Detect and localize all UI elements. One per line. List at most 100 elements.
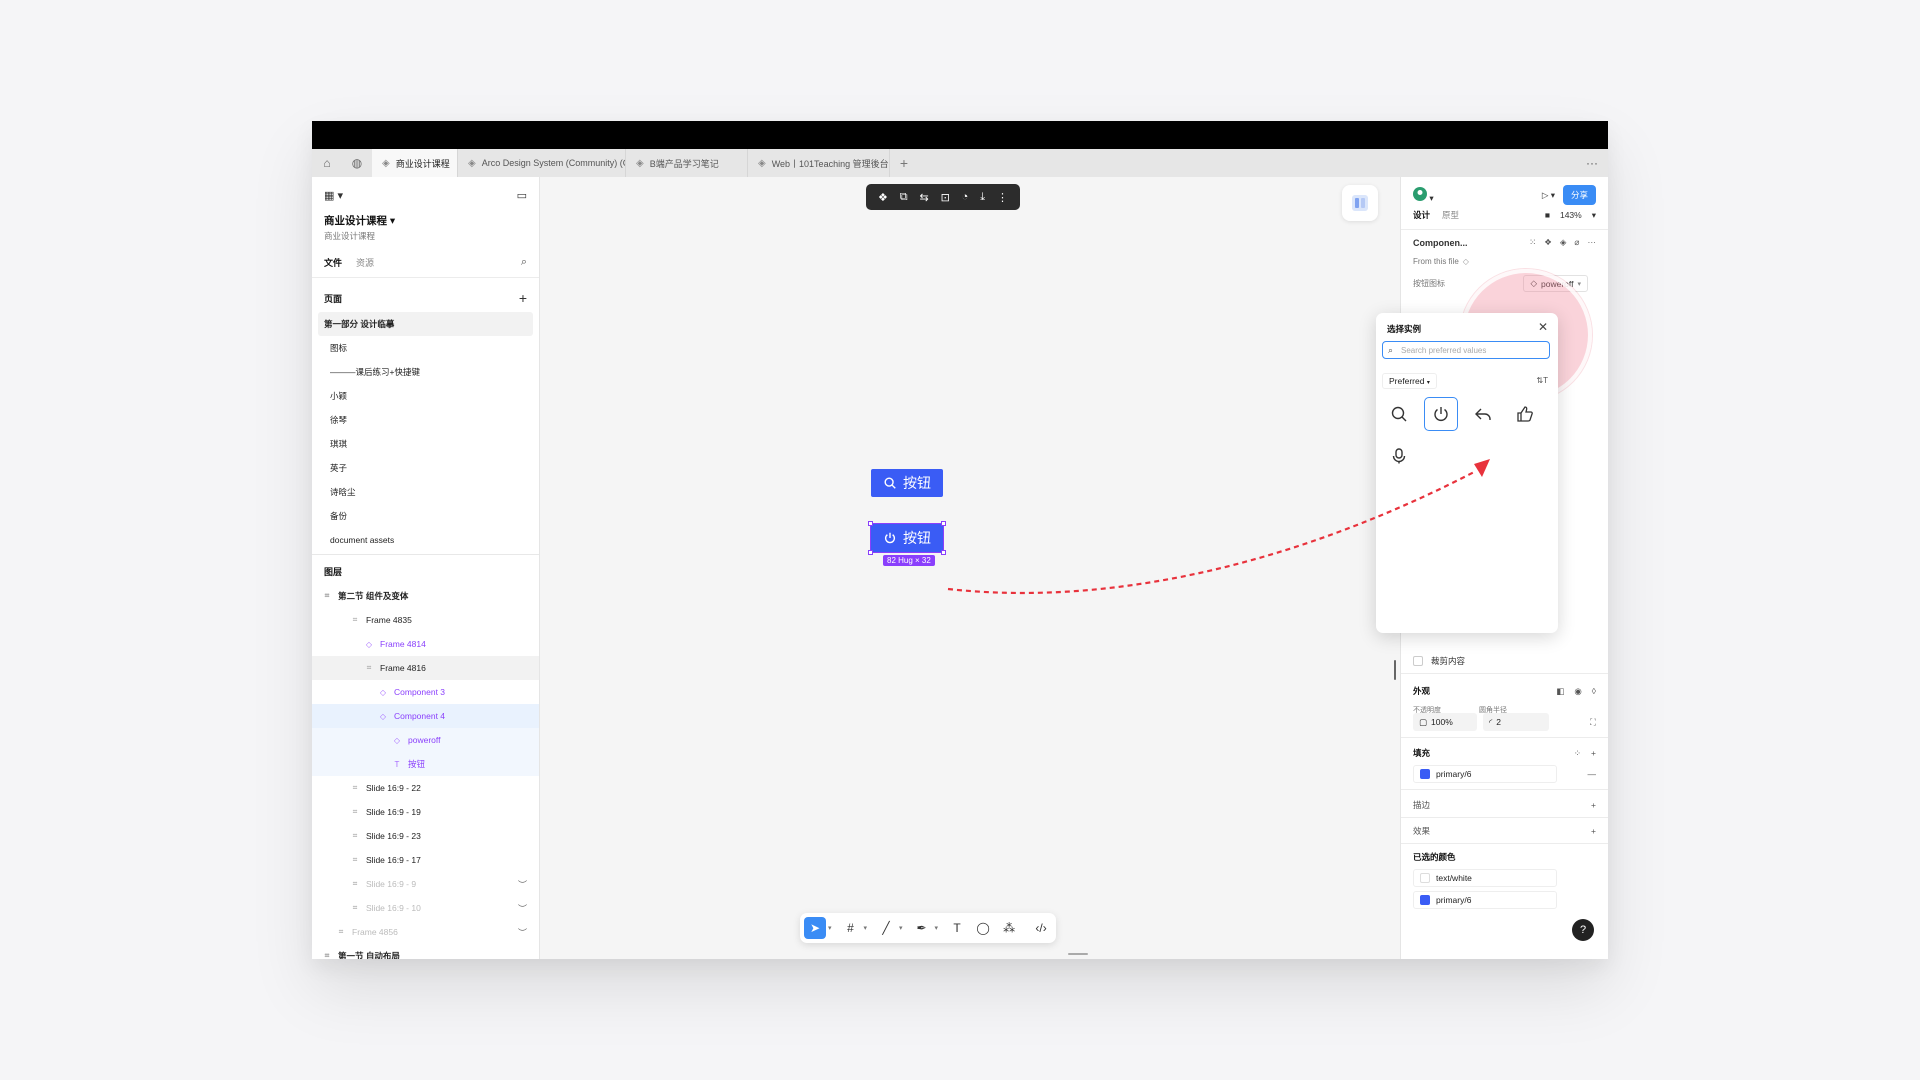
actions-tool-icon[interactable]: ⁂	[998, 917, 1020, 939]
page-item[interactable]: 英子	[318, 456, 533, 480]
layer-row[interactable]: ⌗ Frame 4816	[312, 656, 539, 680]
canvas-button-search[interactable]: 按钮	[871, 469, 943, 497]
project-title[interactable]: 商业设计课程 ▾	[312, 213, 539, 228]
resize-handle[interactable]	[868, 550, 873, 555]
layer-row[interactable]: ◇ poweroff	[312, 728, 539, 752]
resize-handle[interactable]	[868, 521, 873, 526]
detach-icon[interactable]: ⌀	[1574, 237, 1579, 248]
microphone-icon[interactable]	[1382, 439, 1416, 473]
layer-row[interactable]: ⌗ Frame 4856 ︶	[312, 920, 539, 944]
layer-row[interactable]: ⌗ Slide 16:9 - 17	[312, 848, 539, 872]
layer-row[interactable]: ◇ Frame 4814	[312, 632, 539, 656]
play-icon[interactable]: ▷ ▾	[1542, 190, 1555, 201]
radius-field[interactable]: ◜ 2	[1483, 713, 1549, 731]
chevron-down-icon[interactable]: ︶	[518, 878, 527, 891]
swap-icon[interactable]: ⇆	[919, 191, 928, 204]
tab-assets[interactable]: 资源	[356, 256, 374, 269]
sort-icon[interactable]: ⇅T	[1536, 376, 1548, 385]
more-icon[interactable]: ···	[1588, 237, 1597, 248]
layer-row[interactable]: ◇ Component 3	[312, 680, 539, 704]
add-effect-icon[interactable]: +	[1591, 826, 1596, 836]
layer-row[interactable]: ⌗ 第二节 组件及变体	[312, 584, 539, 608]
grid-icon[interactable]: ⁙	[1529, 237, 1536, 248]
search-icon[interactable]: ⌕	[521, 256, 527, 269]
clip-checkbox[interactable]	[1413, 656, 1423, 666]
layer-row[interactable]: ⌗ Slide 16:9 - 22	[312, 776, 539, 800]
corner-expand-icon[interactable]: ⛶	[1590, 717, 1596, 728]
pen-tool-icon[interactable]: ✒	[911, 917, 933, 939]
thumb-up-icon[interactable]	[1508, 397, 1542, 431]
add-fill-icon[interactable]: +	[1591, 748, 1596, 759]
close-icon[interactable]: ✕	[1538, 320, 1548, 334]
component-name[interactable]: Componen...	[1413, 238, 1468, 248]
selected-color-2[interactable]: primary/6	[1413, 891, 1557, 909]
page-item[interactable]: 小颖	[318, 384, 533, 408]
layer-row[interactable]: ◇ Component 4	[312, 704, 539, 728]
more-icon[interactable]: ···	[1586, 149, 1598, 177]
page-item[interactable]: 图标	[318, 336, 533, 360]
layer-row[interactable]: ⌗ Slide 16:9 - 9 ︶	[312, 872, 539, 896]
layer-row[interactable]: ⌗ Slide 16:9 - 19	[312, 800, 539, 824]
sidebar-toggle-icon[interactable]: ▭	[517, 189, 527, 202]
add-page-icon[interactable]: +	[519, 290, 527, 306]
resize-handle[interactable]	[941, 521, 946, 526]
comment-tool-icon[interactable]: ◯	[972, 917, 994, 939]
help-button[interactable]: ?	[1572, 919, 1594, 941]
frame-icon[interactable]: ⊡	[941, 191, 950, 204]
add-tab-icon[interactable]: +	[890, 155, 918, 171]
search-input[interactable]: ⌕ Search preferred values	[1382, 341, 1550, 359]
fill-style[interactable]: primary/6	[1413, 765, 1557, 783]
tab-file-1[interactable]: ◈ 商业设计课程 ×	[372, 149, 458, 177]
tab-file-3[interactable]: ◈ B端产品学习笔记	[626, 149, 748, 177]
page-item[interactable]: 琪琪	[318, 432, 533, 456]
layer-row[interactable]: ⌗ 第一节 自动布局	[312, 944, 539, 959]
thumbnail-icon[interactable]	[1342, 185, 1378, 221]
chevron-down-icon[interactable]: ︶	[518, 926, 527, 939]
mask-icon[interactable]: ◔	[962, 191, 969, 203]
page-item[interactable]: 第一部分 设计临摹	[318, 312, 533, 336]
main-menu-icon[interactable]: ▦ ▾	[324, 189, 343, 202]
eye-icon[interactable]: ◉	[1574, 686, 1581, 697]
tab-file-4[interactable]: ◈ Web丨101Teaching 管理後台	[748, 149, 890, 177]
style-grid-icon[interactable]: ⁘	[1574, 748, 1581, 759]
page-item[interactable]: 徐琴	[318, 408, 533, 432]
dark-mode-icon[interactable]: ■	[1545, 210, 1550, 221]
dev-mode-icon[interactable]: ‹/›	[1030, 917, 1052, 939]
drop-icon[interactable]: ◊	[1592, 686, 1596, 697]
selected-color-1[interactable]: text/white	[1413, 869, 1557, 887]
globe-icon[interactable]: ◍	[342, 149, 372, 177]
search-icon[interactable]	[1382, 397, 1416, 431]
horizontal-scrollbar[interactable]	[1068, 953, 1088, 955]
frame-tool-icon[interactable]: #	[840, 917, 862, 939]
more-vertical-icon[interactable]: ⋮	[997, 191, 1008, 204]
undo-icon[interactable]	[1466, 397, 1500, 431]
layer-row[interactable]: T 按钮	[312, 752, 539, 776]
home-icon[interactable]: ⌂	[312, 149, 342, 177]
tab-file-2[interactable]: ◈ Arco Design System (Community) (C	[458, 149, 626, 177]
zoom-level[interactable]: 143%	[1560, 210, 1582, 221]
line-tool-icon[interactable]: ╱	[875, 917, 897, 939]
tab-files[interactable]: 文件	[324, 256, 342, 269]
component-icon[interactable]: ◈	[1560, 237, 1567, 248]
poweroff-icon[interactable]	[1424, 397, 1458, 431]
style-icon[interactable]: ◧	[1556, 686, 1564, 697]
page-item[interactable]: 诗晗尘	[318, 480, 533, 504]
share-button[interactable]: 分享	[1562, 185, 1596, 205]
chevron-down-icon[interactable]: ︶	[518, 902, 527, 915]
page-item[interactable]: ———课后练习+快捷键	[318, 360, 533, 384]
component-icon[interactable]: ❖	[878, 191, 888, 204]
page-item[interactable]: 备份	[318, 504, 533, 528]
remove-fill-icon[interactable]: —	[1588, 769, 1597, 779]
canvas[interactable]: ❖ ⧉ ⇆ ⊡ ◔ ⤓ ⋮ 按钮 按钮 82 Hug × 32 ➤ ▾ # ▾ ╱ ▾	[540, 177, 1400, 959]
component-icon[interactable]: ❖	[1544, 237, 1552, 248]
align-icon[interactable]: ⤓	[980, 191, 985, 204]
avatar[interactable]: ▾	[1413, 186, 1434, 204]
instance-icon[interactable]: ⧉	[900, 191, 908, 204]
add-stroke-icon[interactable]: +	[1591, 800, 1596, 810]
move-tool-icon[interactable]: ➤	[804, 917, 826, 939]
preferred-dropdown[interactable]: Preferred ▾	[1382, 373, 1437, 389]
resize-handle[interactable]	[941, 550, 946, 555]
tab-prototype[interactable]: 原型	[1442, 209, 1459, 221]
layer-row[interactable]: ⌗ Slide 16:9 - 10 ︶	[312, 896, 539, 920]
layer-row[interactable]: ⌗ Slide 16:9 - 23	[312, 824, 539, 848]
